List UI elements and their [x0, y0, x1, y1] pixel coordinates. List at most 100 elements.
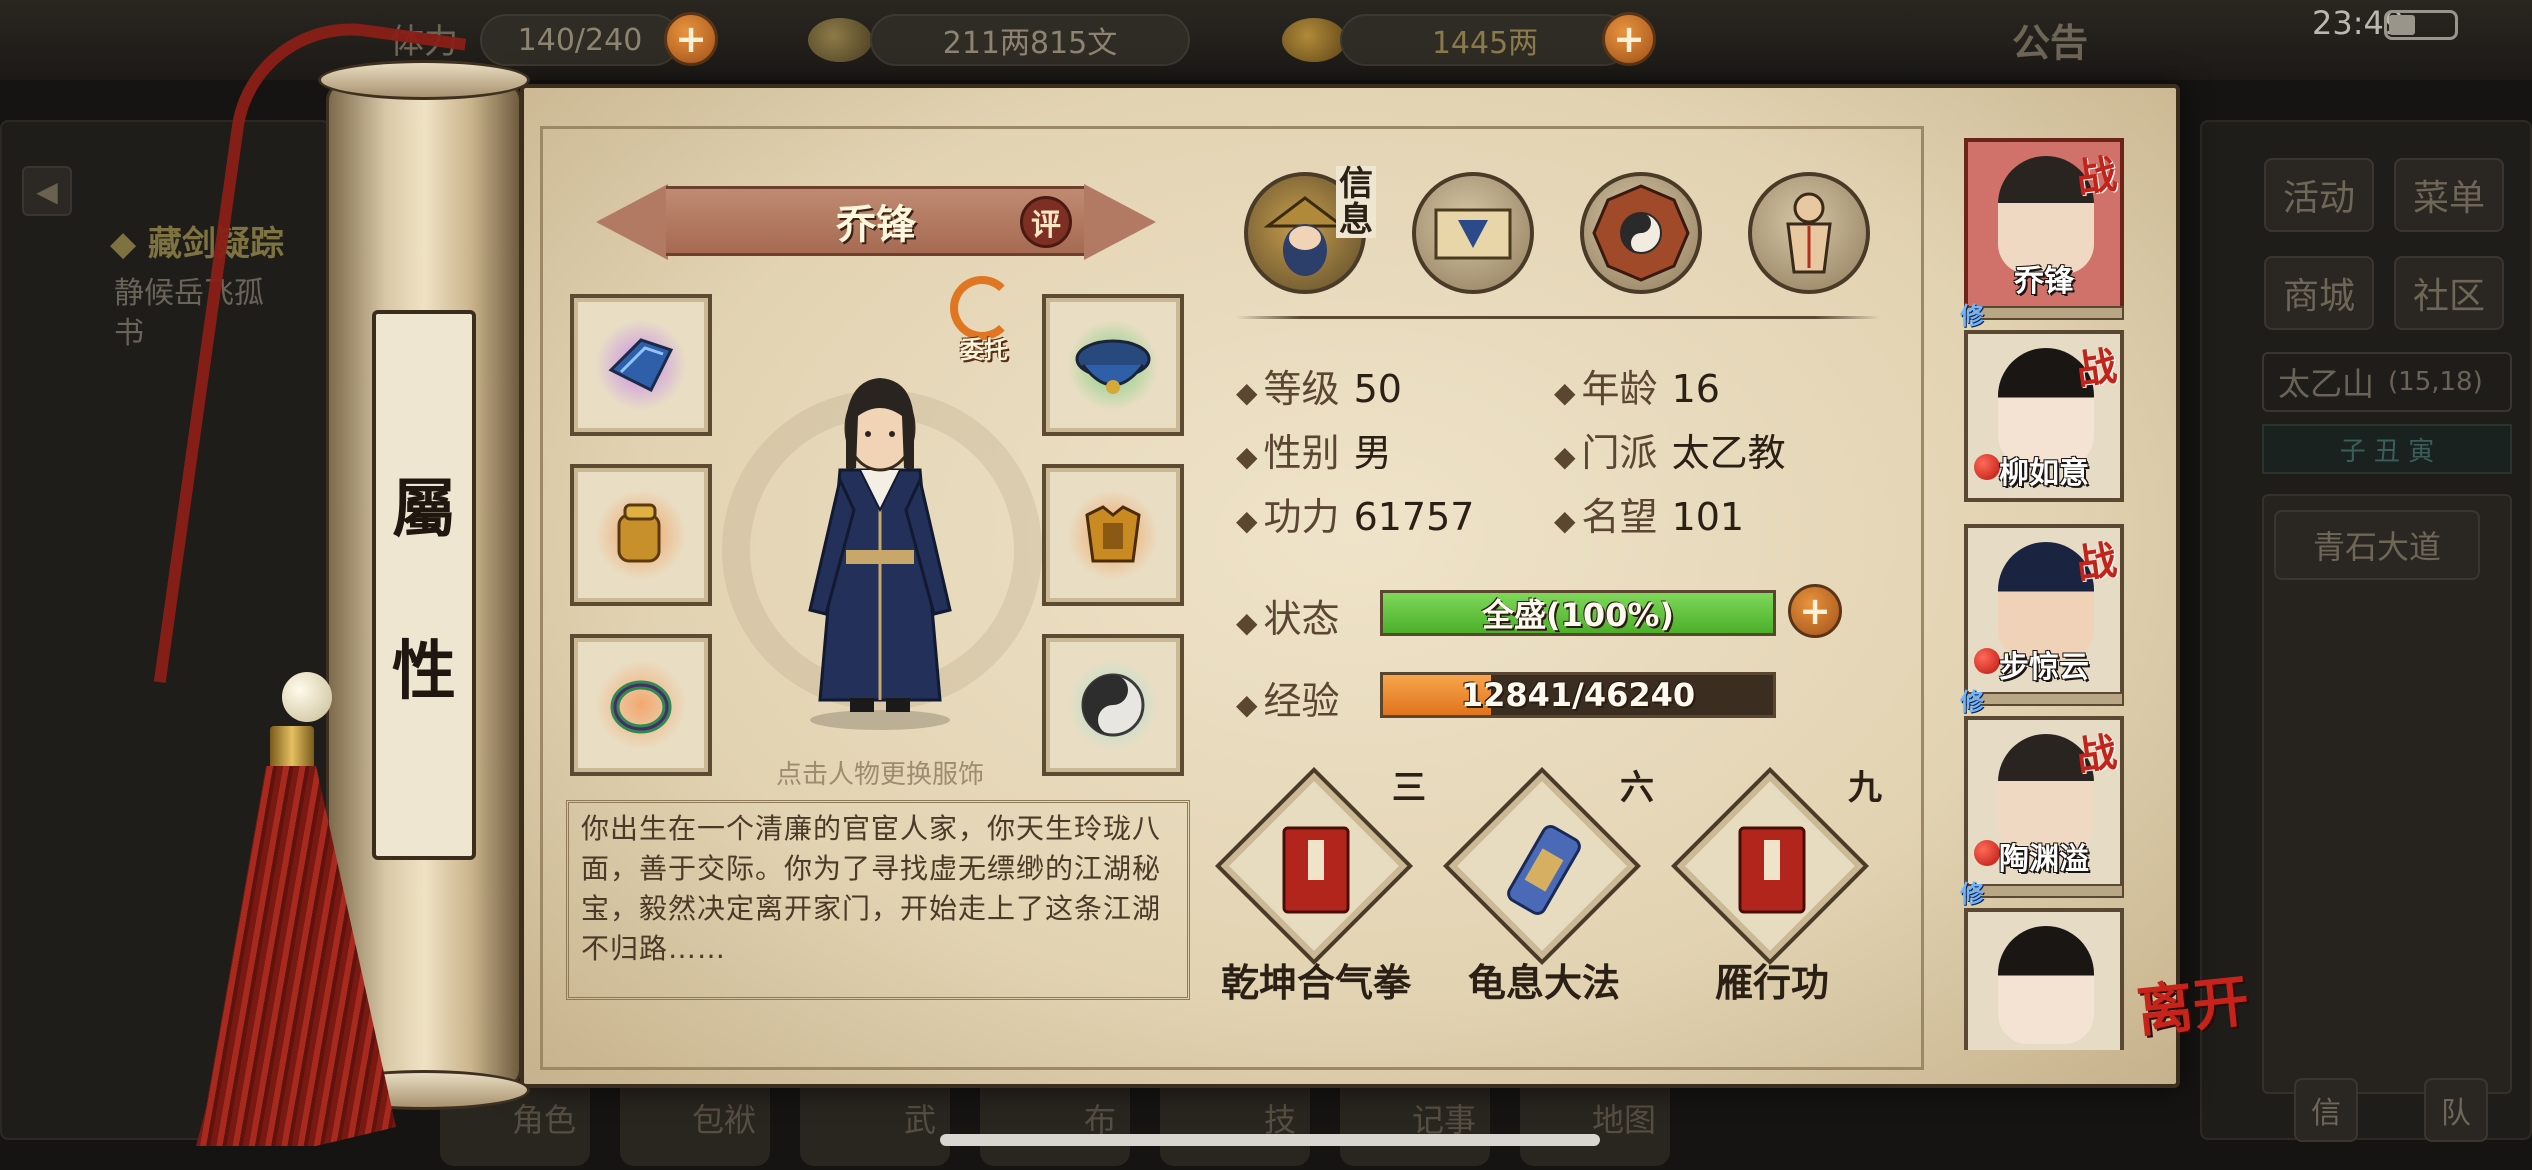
time-marks: 子 丑 寅 — [2262, 424, 2512, 474]
banner-right-tip — [1084, 184, 1156, 260]
yinyang-fish-icon — [1067, 659, 1159, 751]
ring-icon — [595, 659, 687, 751]
character-figure[interactable] — [780, 350, 980, 730]
activity-button[interactable]: 活动 — [2264, 158, 2374, 232]
stat-exp-label: 经验 — [1263, 679, 1340, 723]
equip-slot-pendant[interactable] — [1042, 634, 1184, 776]
entrust-label: 委托 — [960, 336, 1008, 364]
notice-button[interactable]: 公告 — [2012, 12, 2088, 67]
skill-1-name: 乾坤合气拳 — [1220, 961, 1411, 1005]
stat-level: ◆ 等级 50 — [1236, 367, 1402, 411]
bracer-icon — [595, 319, 687, 411]
road-button[interactable]: 青石大道 — [2274, 510, 2480, 580]
add-gold-button[interactable]: + — [1602, 12, 1656, 66]
train-mark: 修 — [1960, 688, 1984, 716]
stat-gender-label: 性别 — [1263, 431, 1340, 475]
location-name: 太乙山 — [2278, 365, 2375, 403]
manual-book-icon — [1282, 826, 1350, 914]
stat-sect: ◆ 门派 太乙教 — [1554, 431, 1786, 475]
roster-card-1[interactable]: 战 乔锋 — [1964, 138, 2124, 310]
battle-flag: 战 — [2073, 536, 2120, 589]
area-list-panel — [2262, 494, 2512, 1094]
roster-card-4[interactable]: 战 陶渊溢 — [1964, 716, 2124, 888]
tassel-bead — [282, 672, 332, 722]
gauntlet-icon — [595, 489, 687, 581]
state-bar: 全盛(100%) — [1380, 590, 1776, 636]
skill-2[interactable]: 六 龟息大法 — [1443, 767, 1654, 1006]
manual-book-icon — [1738, 826, 1806, 914]
roster-card-5[interactable] — [1964, 908, 2124, 1050]
character-bio: 你出生在一个清廉的官宦人家，你天生玲珑八面，善于交际。你为了寻找虚无缥缈的江湖秘… — [566, 800, 1190, 1000]
name-banner: 乔锋 评 — [596, 184, 1156, 260]
stat-state: ◆ 状态 — [1236, 597, 1340, 641]
train-mark: 修 — [1960, 302, 1984, 330]
roster-name: 步惊云 — [1999, 650, 2089, 685]
quest-desc-line2: 书 — [114, 316, 144, 351]
restore-state-button[interactable]: + — [1788, 584, 1842, 638]
stat-age: ◆ 年龄 16 — [1554, 367, 1720, 411]
home-indicator[interactable] — [940, 1134, 1600, 1146]
stat-power: ◆ 功力 61757 — [1236, 495, 1475, 539]
stat-fame-value: 101 — [1671, 495, 1745, 539]
battle-flag: 战 — [2073, 728, 2120, 781]
leave-button[interactable]: 离开 — [2134, 968, 2266, 1096]
roster-card-2[interactable]: 战 柳如意 — [1964, 330, 2124, 502]
scroll-rod-cap-top — [318, 60, 530, 100]
stat-power-label: 功力 — [1263, 495, 1340, 539]
equip-slot-ring[interactable] — [570, 634, 712, 776]
skill-2-level: 六 — [1620, 768, 1654, 808]
battle-flag: 战 — [2073, 150, 2120, 203]
banner-left-tip — [596, 184, 668, 260]
tab-meridian[interactable] — [1748, 172, 1870, 294]
battery-icon — [2384, 10, 2458, 40]
stamina-value: 140/240 — [480, 14, 680, 66]
state-bar-text: 全盛(100%) — [1481, 596, 1675, 634]
tab-bagua[interactable] — [1580, 172, 1702, 294]
scroll-title-label: 屬 性 — [372, 310, 476, 860]
skill-3[interactable]: 九 雁行功 — [1671, 767, 1882, 1006]
roster-card-3[interactable]: 战 步惊云 — [1964, 524, 2124, 696]
roster-name: 柳如意 — [1999, 456, 2089, 491]
team-button[interactable]: 队 — [2424, 1078, 2488, 1142]
location-coords: (15,18) — [2388, 367, 2483, 397]
exp-bar-text: 12841/46240 — [1460, 676, 1696, 714]
stat-sect-value: 太乙教 — [1671, 431, 1786, 475]
menu-button[interactable]: 菜单 — [2394, 158, 2504, 232]
location-box: 太乙山 (15,18) — [2262, 352, 2512, 412]
stat-level-label: 等级 — [1263, 367, 1340, 411]
tab-scroll[interactable] — [1412, 172, 1534, 294]
tab-divider — [1236, 316, 1880, 319]
stat-age-label: 年龄 — [1581, 367, 1658, 411]
character-name: 乔锋 — [836, 202, 916, 248]
add-stamina-button[interactable]: + — [664, 12, 718, 66]
stat-gender: ◆ 性别男 — [1236, 431, 1392, 475]
gold-value: 1445两 — [1340, 14, 1630, 66]
entrust-button[interactable]: 委托 — [944, 276, 1024, 366]
community-button[interactable]: 社区 — [2394, 256, 2504, 330]
collapse-left-icon[interactable]: ◀ — [22, 166, 72, 216]
train-mark: 修 — [1960, 880, 1984, 908]
stat-state-label: 状态 — [1263, 597, 1340, 641]
equip-slot-armor[interactable] — [1042, 464, 1184, 606]
tassel-ring — [270, 726, 314, 772]
shop-button[interactable]: 商城 — [2264, 256, 2374, 330]
scroll-title-char-1: 屬 — [392, 472, 456, 547]
stat-gender-value: 男 — [1353, 431, 1392, 475]
stat-power-value: 61757 — [1353, 495, 1475, 539]
rate-button[interactable]: 评 — [1020, 196, 1072, 248]
change-outfit-hint: 点击人物更换服饰 — [775, 760, 984, 790]
stat-age-value: 16 — [1671, 367, 1720, 411]
roster-bar — [1964, 884, 2124, 898]
mail-button[interactable]: 信 — [2294, 1078, 2358, 1142]
equip-slot-collar[interactable] — [1042, 294, 1184, 436]
equip-slot-gauntlet[interactable] — [570, 464, 712, 606]
gold-icon — [1282, 18, 1346, 62]
silver-icon — [808, 18, 872, 62]
equip-slot-bracers[interactable] — [570, 294, 712, 436]
exp-bar: 12841/46240 — [1380, 672, 1776, 718]
scroll-title-char-2: 性 — [392, 634, 456, 709]
skill-1[interactable]: 三 乾坤合气拳 — [1215, 767, 1426, 1006]
silver-value: 211两815文 — [870, 14, 1190, 66]
skill-3-name: 雁行功 — [1714, 961, 1829, 1005]
stat-level-value: 50 — [1353, 367, 1402, 411]
